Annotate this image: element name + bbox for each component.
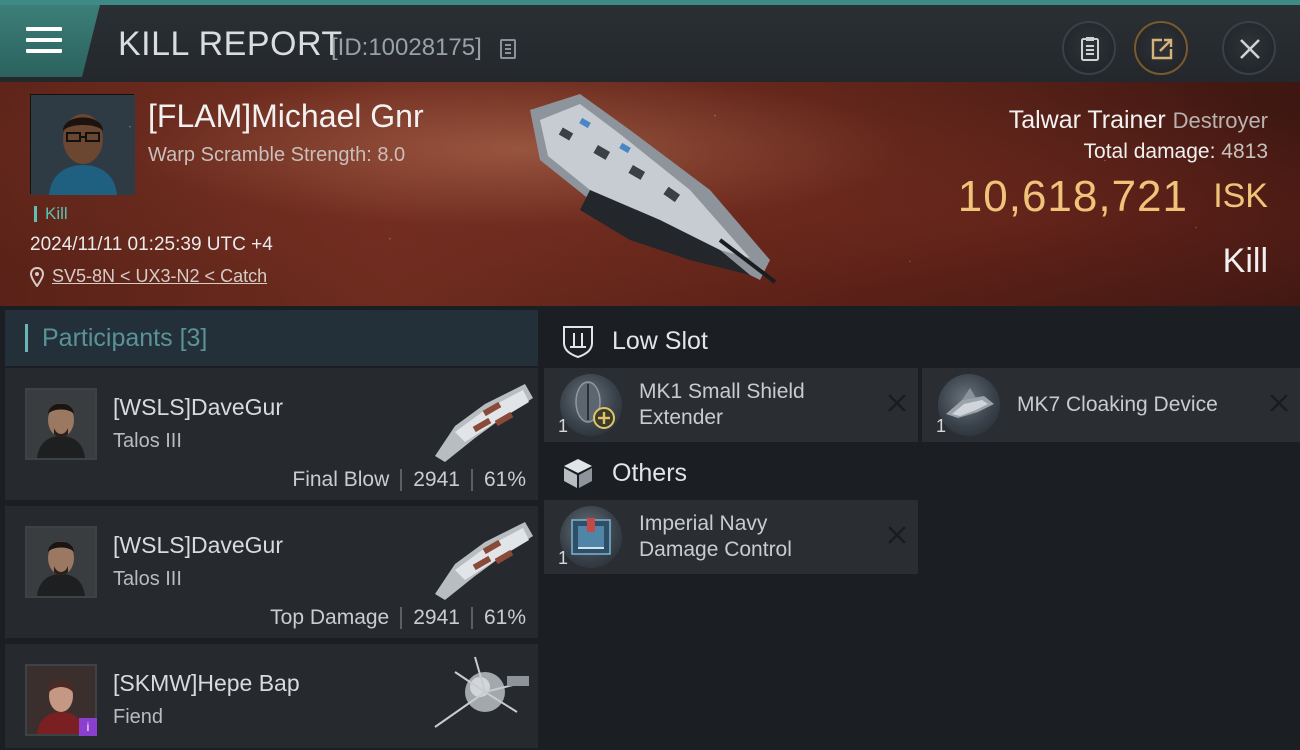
participant-name: [WSLS]DaveGur: [113, 394, 283, 420]
clipboard-button[interactable]: [1062, 21, 1116, 75]
close-icon: [1240, 39, 1260, 59]
location-pin-icon: [30, 266, 44, 287]
participant-stats: Final Blow 2941 61%: [292, 468, 526, 492]
victim-banner: [FLAM]Michael Gnr Warp Scramble Strength…: [0, 82, 1300, 306]
participant-avatar[interactable]: [25, 388, 97, 460]
participant-ship-image: [435, 522, 533, 600]
participant-ship-image: [434, 656, 529, 728]
total-damage: Total damage: 4813: [1084, 140, 1268, 164]
low-slot-icon: [563, 326, 593, 359]
participant-percent: 61%: [483, 606, 526, 629]
hamburger-menu-icon: [26, 25, 62, 55]
module-name-line1: MK1 Small Shield: [639, 380, 805, 403]
cloaking-device-icon: [938, 374, 1000, 436]
participant-row[interactable]: [WSLS]DaveGur Talos III Final Blow 2941 …: [5, 368, 538, 502]
module-quantity: 1: [558, 548, 569, 568]
module-quantity: 1: [558, 416, 569, 436]
others-header: Others: [544, 444, 1300, 502]
participants-title: Participants [3]: [25, 324, 207, 352]
location-link[interactable]: SV5-8N < UX3-N2 < Catch: [30, 266, 267, 287]
destroyed-x-icon: [888, 526, 906, 544]
clipboard-icon: [1081, 37, 1099, 61]
top-bar: KILL REPORT [ID:10028175]: [0, 0, 1300, 82]
share-button[interactable]: [1134, 21, 1188, 75]
participant-name: [SKMW]Hepe Bap: [113, 670, 300, 696]
info-badge-icon: i: [79, 718, 97, 736]
fitting-panel: Low Slot 1 MK1 Small Shield Extender 1 M…: [544, 310, 1300, 750]
others-label: Others: [612, 458, 688, 487]
participant-damage: 2941: [413, 468, 460, 491]
low-slot-label: Low Slot: [612, 326, 708, 355]
participant-stats: Top Damage 2941 61%: [270, 606, 526, 630]
warp-scramble-strength: Warp Scramble Strength: 8.0: [148, 144, 406, 166]
victim-name[interactable]: [FLAM]Michael Gnr: [148, 98, 424, 135]
participant-avatar[interactable]: i: [25, 664, 97, 736]
stats-divider: [400, 469, 403, 491]
participants-panel: Participants [3] [WSLS]DaveGur Talos III…: [5, 310, 538, 750]
isk-unit: ISK: [1213, 177, 1268, 215]
participant-ship-image: [435, 384, 533, 462]
participant-ship: Talos III: [113, 430, 182, 452]
copy-id-icon[interactable]: [500, 39, 516, 59]
destroyed-x-icon: [1270, 394, 1288, 412]
damage-control-icon: [560, 506, 622, 568]
participant-ship: Talos III: [113, 568, 182, 590]
module-item[interactable]: 1 Imperial Navy Damage Control: [544, 500, 918, 574]
module-item[interactable]: 1 MK1 Small Shield Extender: [544, 368, 918, 442]
participant-row[interactable]: [WSLS]DaveGur Talos III Top Damage 2941 …: [5, 506, 538, 640]
module-name-line2: Damage Control: [639, 538, 792, 561]
module-name-line2: Extender: [639, 406, 724, 429]
close-button[interactable]: [1222, 21, 1276, 75]
cube-icon: [564, 459, 592, 488]
shield-extender-icon: [560, 374, 622, 436]
report-id: [ID:10028175]: [331, 34, 482, 61]
share-icon: [1151, 38, 1173, 60]
victim-ship[interactable]: Talwar Trainer Destroyer: [1009, 106, 1268, 135]
participant-ship: Fiend: [113, 706, 164, 728]
module-item[interactable]: 1 MK7 Cloaking Device: [922, 368, 1300, 442]
participant-percent: 61%: [483, 468, 526, 491]
destroyed-x-icon: [888, 394, 906, 412]
participant-name: [WSLS]DaveGur: [113, 532, 283, 558]
participant-role: Top Damage: [270, 606, 390, 629]
module-name-line1: Imperial Navy: [639, 512, 768, 535]
kill-tag: Kill: [34, 205, 68, 222]
victim-ship-name: Talwar Trainer: [1008, 106, 1166, 134]
stats-divider: [400, 607, 403, 629]
module-name-line1: MK7 Cloaking Device: [1017, 393, 1218, 416]
participants-header: Participants [3]: [5, 310, 538, 366]
participant-damage: 2941: [413, 606, 460, 629]
total-damage-label: Total damage:: [1083, 140, 1216, 163]
total-damage-value: 4813: [1221, 140, 1268, 163]
kill-timestamp: 2024/11/11 01:25:39 UTC +4: [30, 234, 273, 255]
participant-avatar[interactable]: [25, 526, 97, 598]
low-slot-header: Low Slot: [544, 312, 1300, 370]
victim-ship-image: [530, 94, 777, 284]
stats-divider: [470, 607, 473, 629]
module-quantity: 1: [936, 416, 947, 436]
victim-ship-class: Destroyer: [1172, 108, 1268, 133]
participants-count: [3]: [179, 324, 208, 352]
location-text: SV5-8N < UX3-N2 < Catch: [52, 266, 268, 286]
participant-role: Final Blow: [292, 468, 390, 491]
isk-value: 10,618,721: [957, 172, 1188, 221]
kill-result: Kill: [1222, 242, 1268, 280]
participant-row[interactable]: i [SKMW]Hepe Bap Fiend: [5, 644, 538, 750]
victim-avatar[interactable]: [30, 94, 135, 195]
stats-divider: [470, 469, 473, 491]
participants-title-text: Participants: [42, 324, 173, 352]
menu-button[interactable]: [0, 5, 100, 77]
page-title: KILL REPORT: [118, 25, 343, 63]
